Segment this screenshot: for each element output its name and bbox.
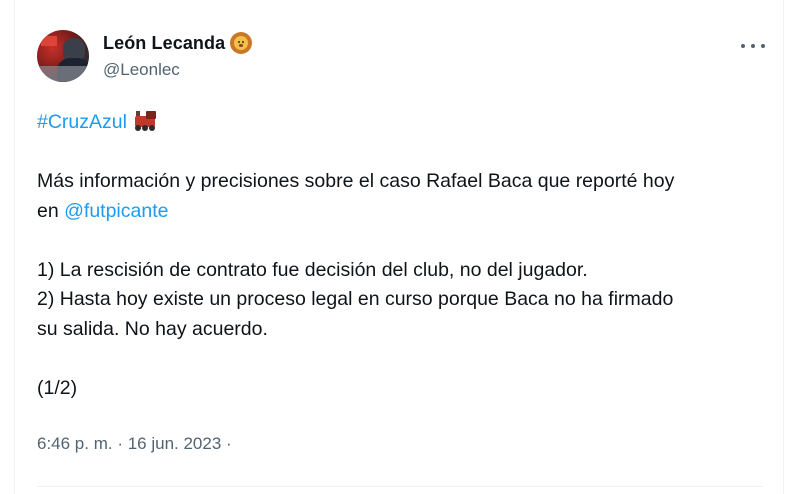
point-2-line-b: su salida. No hay acuerdo. (37, 317, 268, 340)
tweet-card: León Lecanda @Leonlec #CruzAzul Más info… (14, 0, 784, 494)
divider (37, 486, 763, 487)
author-display-name[interactable]: León Lecanda (103, 33, 225, 54)
mention-prefix: en (37, 199, 65, 222)
thread-marker: (1/2) (37, 376, 78, 399)
point-2-line-a: 2) Hasta hoy existe un proceso legal en … (37, 288, 674, 310)
lion-face-icon (230, 32, 253, 54)
mention-link[interactable]: @futpicante (64, 200, 168, 222)
steam-locomotive-icon (133, 110, 159, 132)
tweet-timestamp[interactable]: 6:46 p. m. · 16 jun. 2023 · (37, 434, 232, 454)
avatar[interactable] (37, 30, 89, 82)
mention-line: en @futpicante (37, 197, 777, 227)
hashtag-link[interactable]: #CruzAzul (37, 111, 127, 133)
more-options-icon[interactable] (741, 36, 765, 56)
author-handle[interactable]: @Leonlec (103, 60, 180, 80)
tweet-text: #CruzAzul Más información y precisiones … (37, 108, 777, 403)
tweet-line: Más información y precisiones sobre el c… (37, 170, 675, 192)
author-name-row: León Lecanda (103, 32, 253, 54)
hashtag-line: #CruzAzul (37, 108, 777, 138)
point-1: 1) La rescisión de contrato fue decisión… (37, 258, 588, 281)
